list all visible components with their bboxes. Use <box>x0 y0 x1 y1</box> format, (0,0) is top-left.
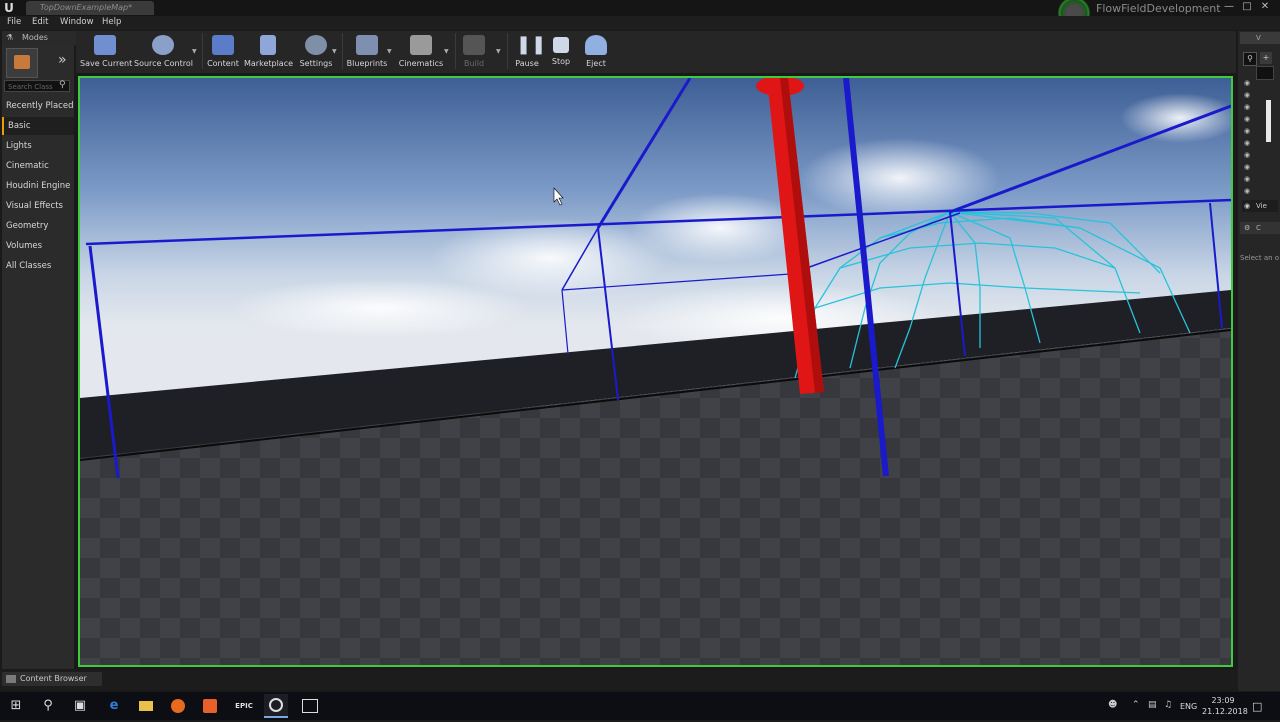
build-icon <box>463 35 485 55</box>
task-view-icon[interactable]: ▣ <box>68 694 92 718</box>
menu-edit[interactable]: Edit <box>32 17 48 27</box>
content-browser-tab[interactable]: Content Browser <box>2 672 102 686</box>
chevron-down-icon[interactable]: ▼ <box>192 48 197 55</box>
eye-icon[interactable]: ◉ <box>1244 152 1252 159</box>
eye-icon[interactable]: ◉ <box>1244 140 1252 147</box>
clock-date[interactable]: 21.12.2018 <box>1202 707 1248 716</box>
outliner-search-input[interactable] <box>1256 66 1274 80</box>
category-houdini-engine[interactable]: Houdini Engine <box>2 177 74 195</box>
category-all-classes[interactable]: All Classes <box>2 257 74 275</box>
blueprints-button[interactable]: Blueprints <box>346 33 388 71</box>
details-empty-message: Select an o <box>1240 254 1280 262</box>
toolbar-divider <box>507 33 508 69</box>
chevron-right-icon[interactable]: » <box>58 52 67 68</box>
toolbar-divider <box>342 33 343 69</box>
volume-icon[interactable]: ♫ <box>1164 700 1172 710</box>
content-icon <box>212 35 234 55</box>
stop-icon <box>553 37 569 53</box>
toolbar-divider <box>202 33 203 69</box>
chevron-down-icon[interactable]: ▼ <box>332 48 337 55</box>
eye-icon: ◉ <box>1244 202 1251 210</box>
content-browser-icon <box>6 675 16 683</box>
menu-file[interactable]: File <box>7 17 21 27</box>
marketplace-icon <box>260 35 276 55</box>
eject-button[interactable]: Eject <box>580 33 612 71</box>
notifications-icon[interactable]: □ <box>1252 700 1262 713</box>
save-current-button[interactable]: Save Current <box>80 33 132 71</box>
language-indicator[interactable]: ENG <box>1180 702 1197 711</box>
eye-icon[interactable]: ◉ <box>1244 80 1252 87</box>
cinematics-button[interactable]: Cinematics <box>398 33 444 71</box>
search-icon[interactable]: ⚲ <box>1243 52 1257 66</box>
menu-help[interactable]: Help <box>102 17 121 27</box>
level-viewport[interactable] <box>78 76 1233 667</box>
menu-window[interactable]: Window <box>60 17 94 27</box>
windows-taskbar <box>0 692 1280 720</box>
houdini-icon[interactable] <box>198 694 222 718</box>
network-icon[interactable]: ▤ <box>1148 700 1157 710</box>
project-name: FlowFieldDevelopment <box>1096 2 1221 15</box>
eye-icon[interactable]: ◉ <box>1244 104 1252 111</box>
eye-icon[interactable]: ◉ <box>1244 164 1252 171</box>
level-tab[interactable]: TopDownExampleMap* <box>26 1 154 15</box>
blueprints-icon <box>356 35 378 55</box>
clock-time[interactable]: 23:09 <box>1208 696 1238 705</box>
eye-icon[interactable]: ◉ <box>1244 116 1252 123</box>
unreal-logo-icon[interactable]: U <box>2 1 16 15</box>
chevron-up-icon[interactable]: ⌃ <box>1132 700 1140 710</box>
windows-start-icon[interactable]: ⊞ <box>4 694 28 718</box>
add-icon[interactable]: + <box>1260 52 1272 64</box>
details-icon: ⚙ <box>1244 224 1251 232</box>
search-icon[interactable]: ⚲ <box>59 80 66 90</box>
maximize-icon[interactable]: □ <box>1240 0 1254 14</box>
cloud <box>230 278 530 338</box>
save-icon <box>94 35 116 55</box>
pause-button[interactable]: ❚❚ Pause <box>512 33 547 71</box>
settings-icon <box>305 35 327 55</box>
terminal-icon[interactable] <box>298 694 322 718</box>
toolbar-divider <box>455 33 456 69</box>
source-control-button[interactable]: Source Control <box>134 33 193 71</box>
world-outliner-tab[interactable]: V <box>1240 32 1280 44</box>
source-control-icon <box>152 35 174 55</box>
close-icon[interactable]: ✕ <box>1258 0 1272 14</box>
build-button[interactable]: Build <box>458 33 490 71</box>
firefox-icon[interactable] <box>166 694 190 718</box>
category-volumes[interactable]: Volumes <box>2 237 74 255</box>
category-geometry[interactable]: Geometry <box>2 217 74 235</box>
search-icon[interactable]: ⚲ <box>36 694 60 718</box>
category-recently-placed[interactable]: Recently Placed <box>2 97 74 115</box>
edge-icon[interactable]: e <box>102 694 126 718</box>
stop-button[interactable]: Stop <box>546 33 576 71</box>
content-browser-bar <box>0 670 1238 690</box>
cinematics-icon <box>410 35 432 55</box>
category-lights[interactable]: Lights <box>2 137 74 155</box>
unreal-editor-icon[interactable] <box>264 694 288 718</box>
category-cinematic[interactable]: Cinematic <box>2 157 74 175</box>
content-button[interactable]: Content <box>206 33 240 71</box>
menu-bar <box>0 16 1280 30</box>
place-mode-icon[interactable] <box>6 48 38 78</box>
pause-icon: ❚❚ <box>516 34 547 55</box>
view-options-button[interactable]: Vie <box>1256 202 1267 210</box>
chevron-down-icon[interactable]: ▼ <box>387 48 392 55</box>
epic-launcher-icon[interactable]: EPIC <box>232 694 256 718</box>
viewport-scene <box>80 78 1231 665</box>
chevron-down-icon[interactable]: ▼ <box>496 48 501 55</box>
minimize-icon[interactable]: — <box>1222 0 1236 14</box>
eye-icon[interactable]: ◉ <box>1244 128 1252 135</box>
chevron-down-icon[interactable]: ▼ <box>444 48 449 55</box>
outliner-scrollbar[interactable] <box>1266 100 1271 142</box>
people-icon[interactable]: ☻ <box>1108 700 1117 710</box>
marketplace-button[interactable]: Marketplace <box>244 33 293 71</box>
modes-icon: ⚗ <box>6 33 14 42</box>
file-explorer-icon[interactable] <box>134 694 158 718</box>
category-basic[interactable]: Basic <box>2 117 74 135</box>
eye-icon[interactable]: ◉ <box>1244 176 1252 183</box>
eject-icon <box>585 35 607 55</box>
category-visual-effects[interactable]: Visual Effects <box>2 197 74 215</box>
eye-icon[interactable]: ◉ <box>1244 92 1252 99</box>
eye-icon[interactable]: ◉ <box>1244 188 1252 195</box>
settings-button[interactable]: Settings <box>298 33 334 71</box>
